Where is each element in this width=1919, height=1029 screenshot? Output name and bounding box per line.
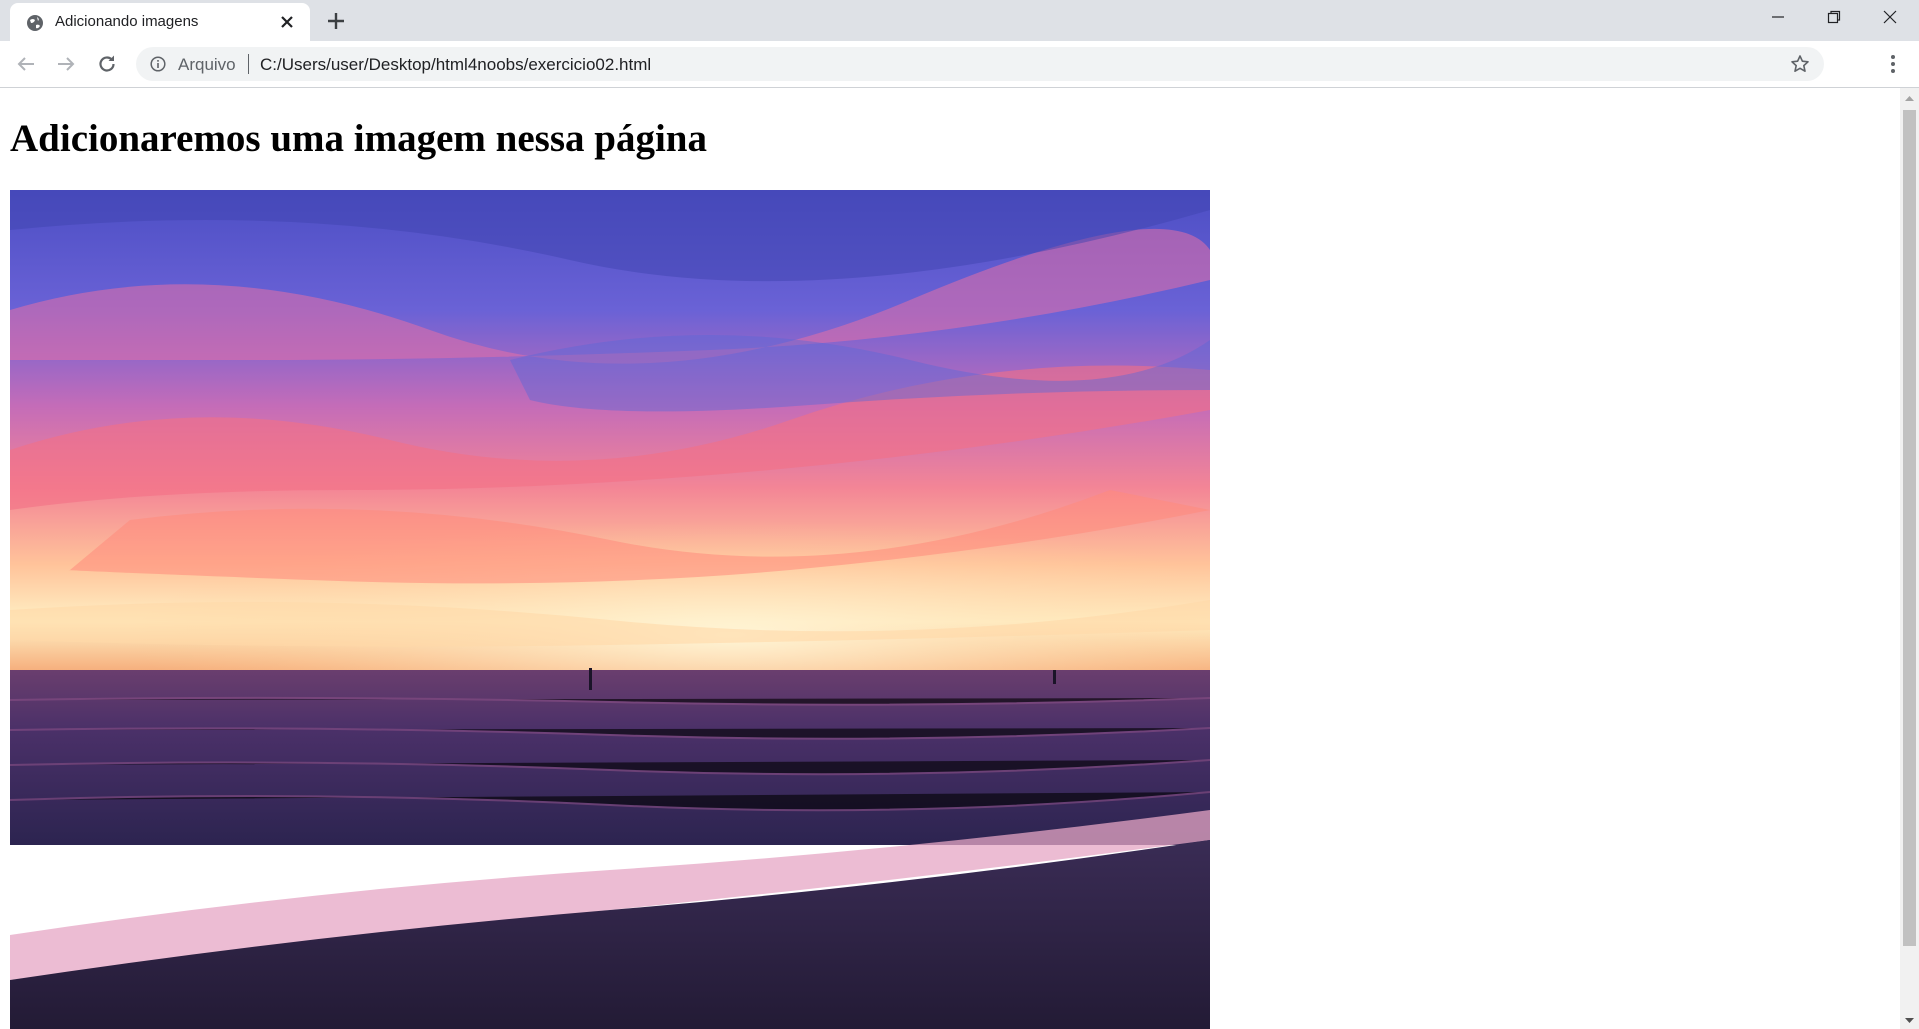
sunset-beach-image — [10, 190, 1210, 1029]
window-close-button[interactable] — [1862, 0, 1918, 34]
plus-icon[interactable] — [325, 10, 347, 32]
close-icon[interactable] — [278, 13, 296, 31]
restore-button[interactable] — [1806, 0, 1862, 34]
minimize-icon — [1772, 16, 1784, 18]
tab-strip: Adicionando imagens — [0, 0, 1919, 41]
reload-icon[interactable] — [95, 52, 119, 76]
globe-icon — [27, 15, 43, 31]
scroll-up-arrow-icon[interactable] — [1904, 94, 1915, 102]
info-icon[interactable] — [150, 56, 166, 72]
minimize-button[interactable] — [1750, 0, 1806, 34]
kebab-menu-icon[interactable] — [1882, 53, 1904, 75]
star-icon[interactable] — [1790, 54, 1810, 74]
scroll-down-arrow-icon[interactable] — [1904, 1017, 1915, 1025]
scrollbar-thumb[interactable] — [1903, 110, 1916, 946]
url-text[interactable]: C:/Users/user/Desktop/html4noobs/exercic… — [260, 55, 651, 75]
browser-toolbar: Arquivo C:/Users/user/Desktop/html4noobs… — [0, 41, 1919, 88]
tab-title: Adicionando imagens — [55, 13, 199, 30]
forward-arrow-icon[interactable] — [54, 52, 78, 76]
page-viewport: Adicionaremos uma imagem nessa página — [0, 88, 1900, 1029]
restore-icon — [1827, 10, 1841, 24]
address-bar[interactable]: Arquivo C:/Users/user/Desktop/html4noobs… — [136, 47, 1824, 81]
url-separator — [248, 54, 249, 74]
window-close-icon — [1883, 10, 1897, 24]
back-arrow-icon[interactable] — [14, 52, 38, 76]
vertical-scrollbar[interactable] — [1900, 88, 1919, 1029]
page-heading: Adicionaremos uma imagem nessa página — [10, 117, 707, 160]
scheme-label: Arquivo — [178, 55, 236, 74]
browser-tab[interactable]: Adicionando imagens — [10, 3, 310, 41]
